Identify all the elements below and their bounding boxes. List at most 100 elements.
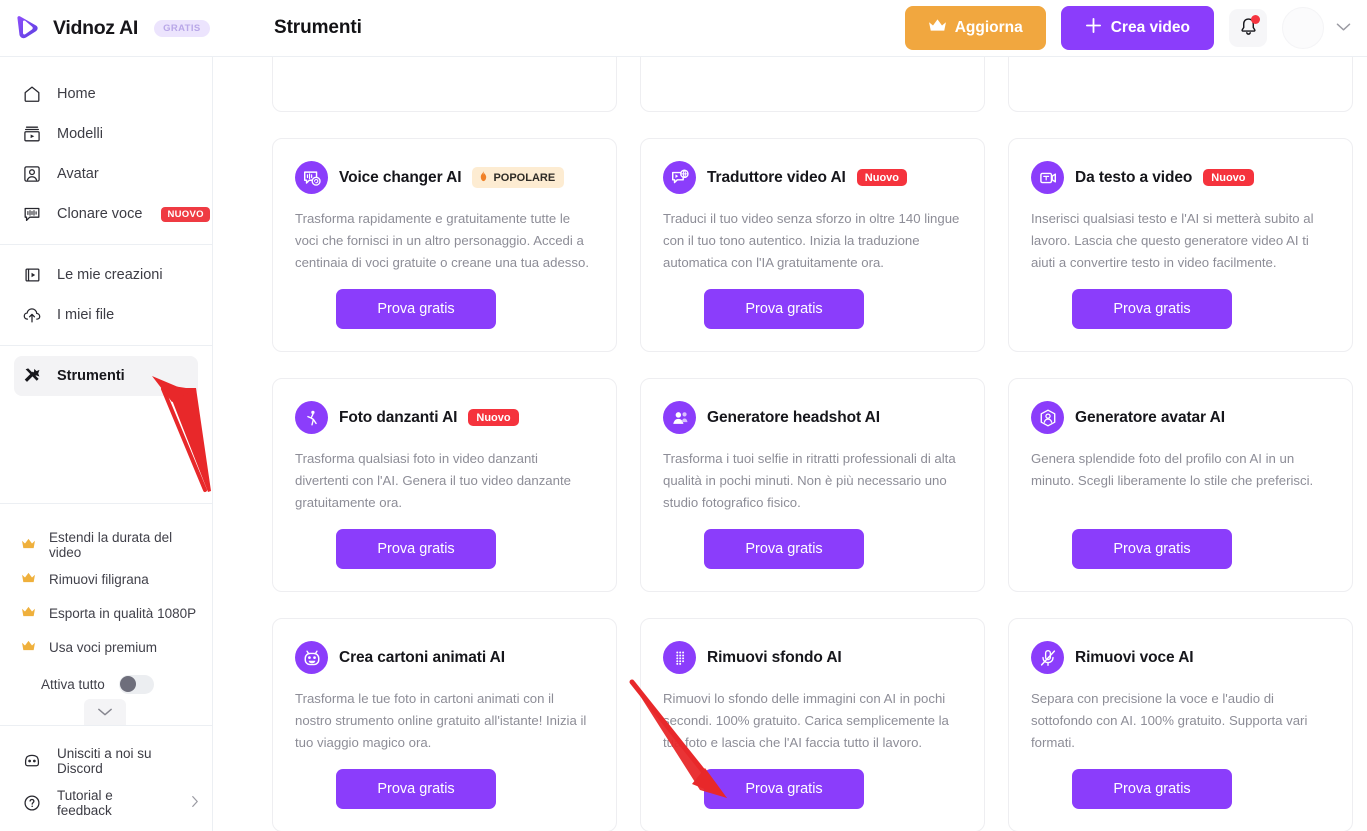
tool-card-header: Rimuovi sfondo AI <box>663 641 960 674</box>
voice-clone-icon <box>21 204 42 225</box>
tool-card[interactable]: Crea cartoni animati AI Trasforma le tue… <box>272 618 617 831</box>
tool-card-badge: Nuovo <box>856 169 908 186</box>
avatar-icon <box>21 164 42 185</box>
sidebar-item-clonare-voce[interactable]: Clonare voce NUOVO <box>14 194 210 234</box>
chevron-down-icon <box>97 705 113 720</box>
tool-card-cta-button[interactable]: Prova gratis <box>1072 769 1232 809</box>
tool-card[interactable]: Foto danzanti AI Nuovo Trasforma qualsia… <box>272 378 617 592</box>
crown-icon <box>928 18 947 38</box>
sidebar-item-label: Tutorial e feedback <box>57 788 113 818</box>
plus-icon <box>1085 17 1102 39</box>
sidebar-item-modelli[interactable]: Modelli <box>14 114 198 154</box>
my-creations-icon <box>21 265 42 286</box>
tool-card[interactable]: Voice changer AI POPOLARE Trasforma rapi… <box>272 138 617 352</box>
chevron-down-icon <box>1336 19 1351 37</box>
main-content: Voice changer AI POPOLARE Trasforma rapi… <box>213 57 1367 831</box>
sidebar-item-i-miei-file[interactable]: I miei file <box>14 295 198 335</box>
tool-card-cta-button[interactable]: Prova gratis <box>336 289 496 329</box>
tool-card-title: Rimuovi voce AI <box>1075 648 1194 666</box>
tool-card-partial[interactable] <box>1008 57 1353 112</box>
tool-card-description: Genera splendide foto del profilo con AI… <box>1031 451 1314 488</box>
app-root: Vidnoz AI GRATIS Strumenti Aggiorna Crea… <box>0 0 1367 831</box>
tool-card-cta-button[interactable]: Prova gratis <box>704 769 864 809</box>
create-video-button[interactable]: Crea video <box>1060 6 1214 50</box>
account-menu[interactable] <box>1282 7 1351 49</box>
tool-card-title: Rimuovi sfondo AI <box>707 648 842 666</box>
upgrade-button[interactable]: Aggiorna <box>904 6 1046 50</box>
notifications-button[interactable] <box>1229 9 1267 47</box>
vidnoz-logo-icon <box>14 13 44 43</box>
avatar-generator-icon <box>1031 401 1064 434</box>
premium-item-esporta-1080p[interactable]: Esporta in qualità 1080P <box>14 596 198 630</box>
tool-card-description: Trasforma i tuoi selfie in ritratti prof… <box>663 451 956 510</box>
sidebar-item-discord[interactable]: Unisciti a noi su Discord <box>14 740 199 782</box>
tool-card-cta-button[interactable]: Prova gratis <box>1072 289 1232 329</box>
tool-card-cell: Crea cartoni animati AI Trasforma le tue… <box>272 605 640 831</box>
tools-icon <box>21 366 42 387</box>
tools-grid: Voice changer AI POPOLARE Trasforma rapi… <box>213 57 1367 831</box>
activate-all-toggle[interactable] <box>118 674 154 694</box>
crown-icon <box>21 538 36 553</box>
sidebar-group-primary: Home Modelli Avatar Clonare voce NUOVO L… <box>0 57 212 396</box>
text-to-video-icon <box>1031 161 1064 194</box>
tool-card-header: Generatore avatar AI <box>1031 401 1328 434</box>
tool-card-cell: Traduttore video AI Nuovo Traduci il tuo… <box>640 125 1008 365</box>
templates-icon <box>21 124 42 145</box>
cartoon-icon <box>295 641 328 674</box>
sidebar-item-badge: NUOVO <box>161 206 210 222</box>
tool-card[interactable]: Rimuovi voce AI Separa con precisione la… <box>1008 618 1353 831</box>
premium-item-label: Esporta in qualità 1080P <box>49 605 197 621</box>
tool-card-description: Trasforma le tue foto in cartoni animati… <box>295 691 587 750</box>
sidebar-item-label: Le mie creazioni <box>57 267 163 283</box>
discord-icon <box>21 751 42 772</box>
sidebar-item-strumenti[interactable]: Strumenti <box>14 356 198 396</box>
activate-all-label: Attiva tutto <box>41 676 105 692</box>
tool-card[interactable]: Traduttore video AI Nuovo Traduci il tuo… <box>640 138 985 352</box>
sidebar-item-label: I miei file <box>57 307 115 323</box>
tool-card-partial[interactable] <box>640 57 985 112</box>
premium-item-estendi-durata[interactable]: Estendi la durata del video <box>14 528 198 562</box>
tool-card-cta-button[interactable]: Prova gratis <box>704 289 864 329</box>
sidebar-item-label: Home <box>57 86 96 102</box>
sidebar-premium-list: Estendi la durata del video Rimuovi fili… <box>0 514 212 702</box>
tool-card-title: Crea cartoni animati AI <box>339 648 505 666</box>
tool-card-partial[interactable] <box>272 57 617 112</box>
sidebar-item-label: Avatar <box>57 166 99 182</box>
tool-card[interactable]: Da testo a video Nuovo Inserisci qualsia… <box>1008 138 1353 352</box>
tool-card-title: Traduttore video AI <box>707 168 846 186</box>
activate-all-row: Attiva tutto <box>14 666 198 702</box>
tool-card-cta-button[interactable]: Prova gratis <box>336 529 496 569</box>
tool-card-cell <box>640 57 1008 125</box>
tool-card[interactable]: Generatore avatar AI Genera splendide fo… <box>1008 378 1353 592</box>
brand-name: Vidnoz AI <box>53 16 139 39</box>
tool-card-description: Rimuovi lo sfondo delle immagini con AI … <box>663 691 949 750</box>
sidebar-item-label: Clonare voce <box>57 206 143 222</box>
sidebar-item-tutorial-feedback[interactable]: Tutorial e feedback <box>14 782 199 824</box>
top-bar: Vidnoz AI GRATIS Strumenti Aggiorna Crea… <box>0 0 1367 57</box>
sidebar-collapse-button[interactable] <box>84 699 126 725</box>
tool-card[interactable]: Generatore headshot AI Trasforma i tuoi … <box>640 378 985 592</box>
sidebar-item-label: Strumenti <box>57 368 125 384</box>
sidebar-item-le-mie-creazioni[interactable]: Le mie creazioni <box>14 255 198 295</box>
brand-logo[interactable]: Vidnoz AI GRATIS <box>0 13 220 43</box>
premium-item-rimuovi-filigrana[interactable]: Rimuovi filigrana <box>14 562 198 596</box>
tool-card-header: Da testo a video Nuovo <box>1031 161 1328 194</box>
tool-card-cell: Voice changer AI POPOLARE Trasforma rapi… <box>272 125 640 365</box>
premium-item-voci-premium[interactable]: Usa voci premium <box>14 630 198 664</box>
video-translate-icon <box>663 161 696 194</box>
sidebar-divider <box>0 503 212 504</box>
voice-changer-icon <box>295 161 328 194</box>
tool-card-cta-button[interactable]: Prova gratis <box>1072 529 1232 569</box>
sidebar-item-avatar[interactable]: Avatar <box>14 154 198 194</box>
sidebar-divider <box>0 244 212 245</box>
premium-item-label: Usa voci premium <box>49 639 158 655</box>
tool-card-cell <box>1008 57 1367 125</box>
headshot-icon <box>663 401 696 434</box>
tool-card-cta-button[interactable]: Prova gratis <box>336 769 496 809</box>
tool-card-cta-button[interactable]: Prova gratis <box>704 529 864 569</box>
tool-card-description: Traduci il tuo video senza sforzo in olt… <box>663 211 960 270</box>
tool-card-header: Traduttore video AI Nuovo <box>663 161 960 194</box>
sidebar-item-home[interactable]: Home <box>14 74 198 114</box>
sidebar: Home Modelli Avatar Clonare voce NUOVO L… <box>0 57 213 831</box>
tool-card[interactable]: Rimuovi sfondo AI Rimuovi lo sfondo dell… <box>640 618 985 831</box>
